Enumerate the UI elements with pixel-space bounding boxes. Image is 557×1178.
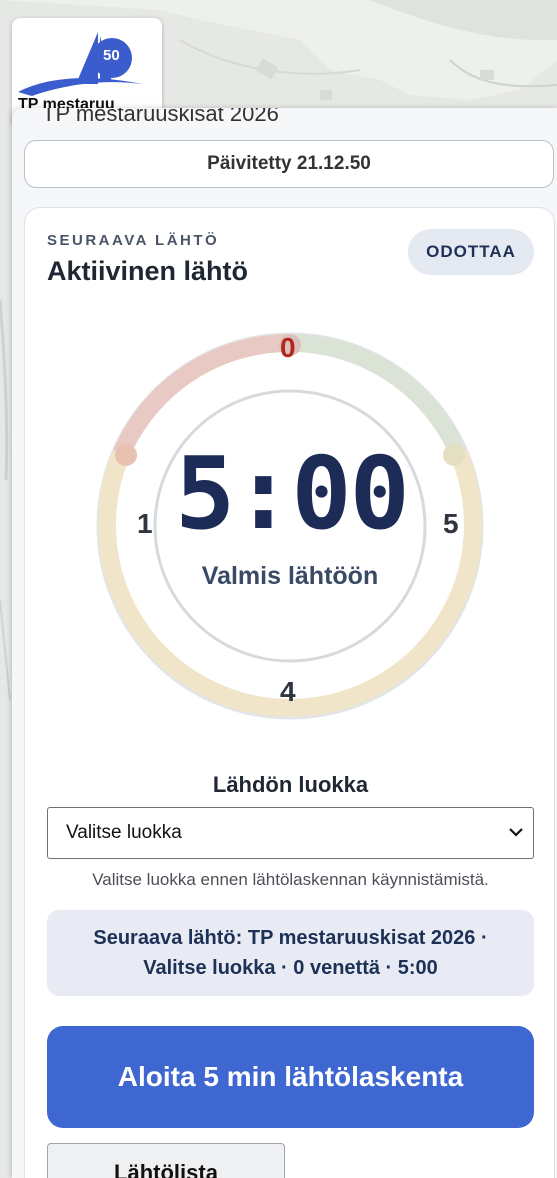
start-card: SEURAAVA LÄHTÖ Aktiivinen lähtö ODOTTAA … bbox=[24, 207, 555, 1178]
next-start-summary: Seuraava lähtö: TP mestaruuskisat 2026 ·… bbox=[47, 910, 534, 996]
countdown-timer: 5:00 bbox=[175, 435, 410, 552]
class-select-value: Valitse luokka bbox=[66, 822, 182, 843]
class-hint: Valitse luokka ennen lähtölaskennan käyn… bbox=[92, 870, 489, 889]
chevron-down-icon bbox=[509, 828, 523, 837]
updated-label: Päivitetty 21.12.50 bbox=[207, 153, 371, 174]
start-countdown-label: Aloita 5 min lähtölaskenta bbox=[117, 1061, 464, 1092]
tick-label-left: 1 bbox=[137, 508, 153, 539]
class-label: Lähdön luokka bbox=[212, 772, 369, 797]
next-start-text: Seuraava lähtö: TP mestaruuskisat 2026 ·… bbox=[93, 927, 488, 979]
start-panel: TP mestaruuskisat 2026 Päivitetty 21.12.… bbox=[12, 108, 557, 1178]
event-title: TP mestaruuskisat 2026 bbox=[42, 108, 279, 126]
secondary-button-label: Lähtölista bbox=[114, 1160, 218, 1178]
tick-label-right: 5 bbox=[443, 508, 459, 539]
tick-label-top: 0 bbox=[280, 332, 296, 363]
tick-label-bottom: 4 bbox=[280, 676, 296, 707]
updated-bar: Päivitetty 21.12.50 bbox=[24, 140, 554, 188]
start-countdown-button[interactable]: Aloita 5 min lähtölaskenta bbox=[47, 1026, 534, 1128]
logo-badge-number: 50 bbox=[103, 47, 120, 64]
class-select[interactable]: Valitse luokka bbox=[47, 807, 534, 859]
dial-knob-left bbox=[115, 444, 137, 466]
secondary-button[interactable]: Lähtölista bbox=[47, 1143, 285, 1178]
timer-caption: Valmis lähtöön bbox=[201, 562, 379, 590]
dial-knob-right bbox=[443, 444, 465, 466]
